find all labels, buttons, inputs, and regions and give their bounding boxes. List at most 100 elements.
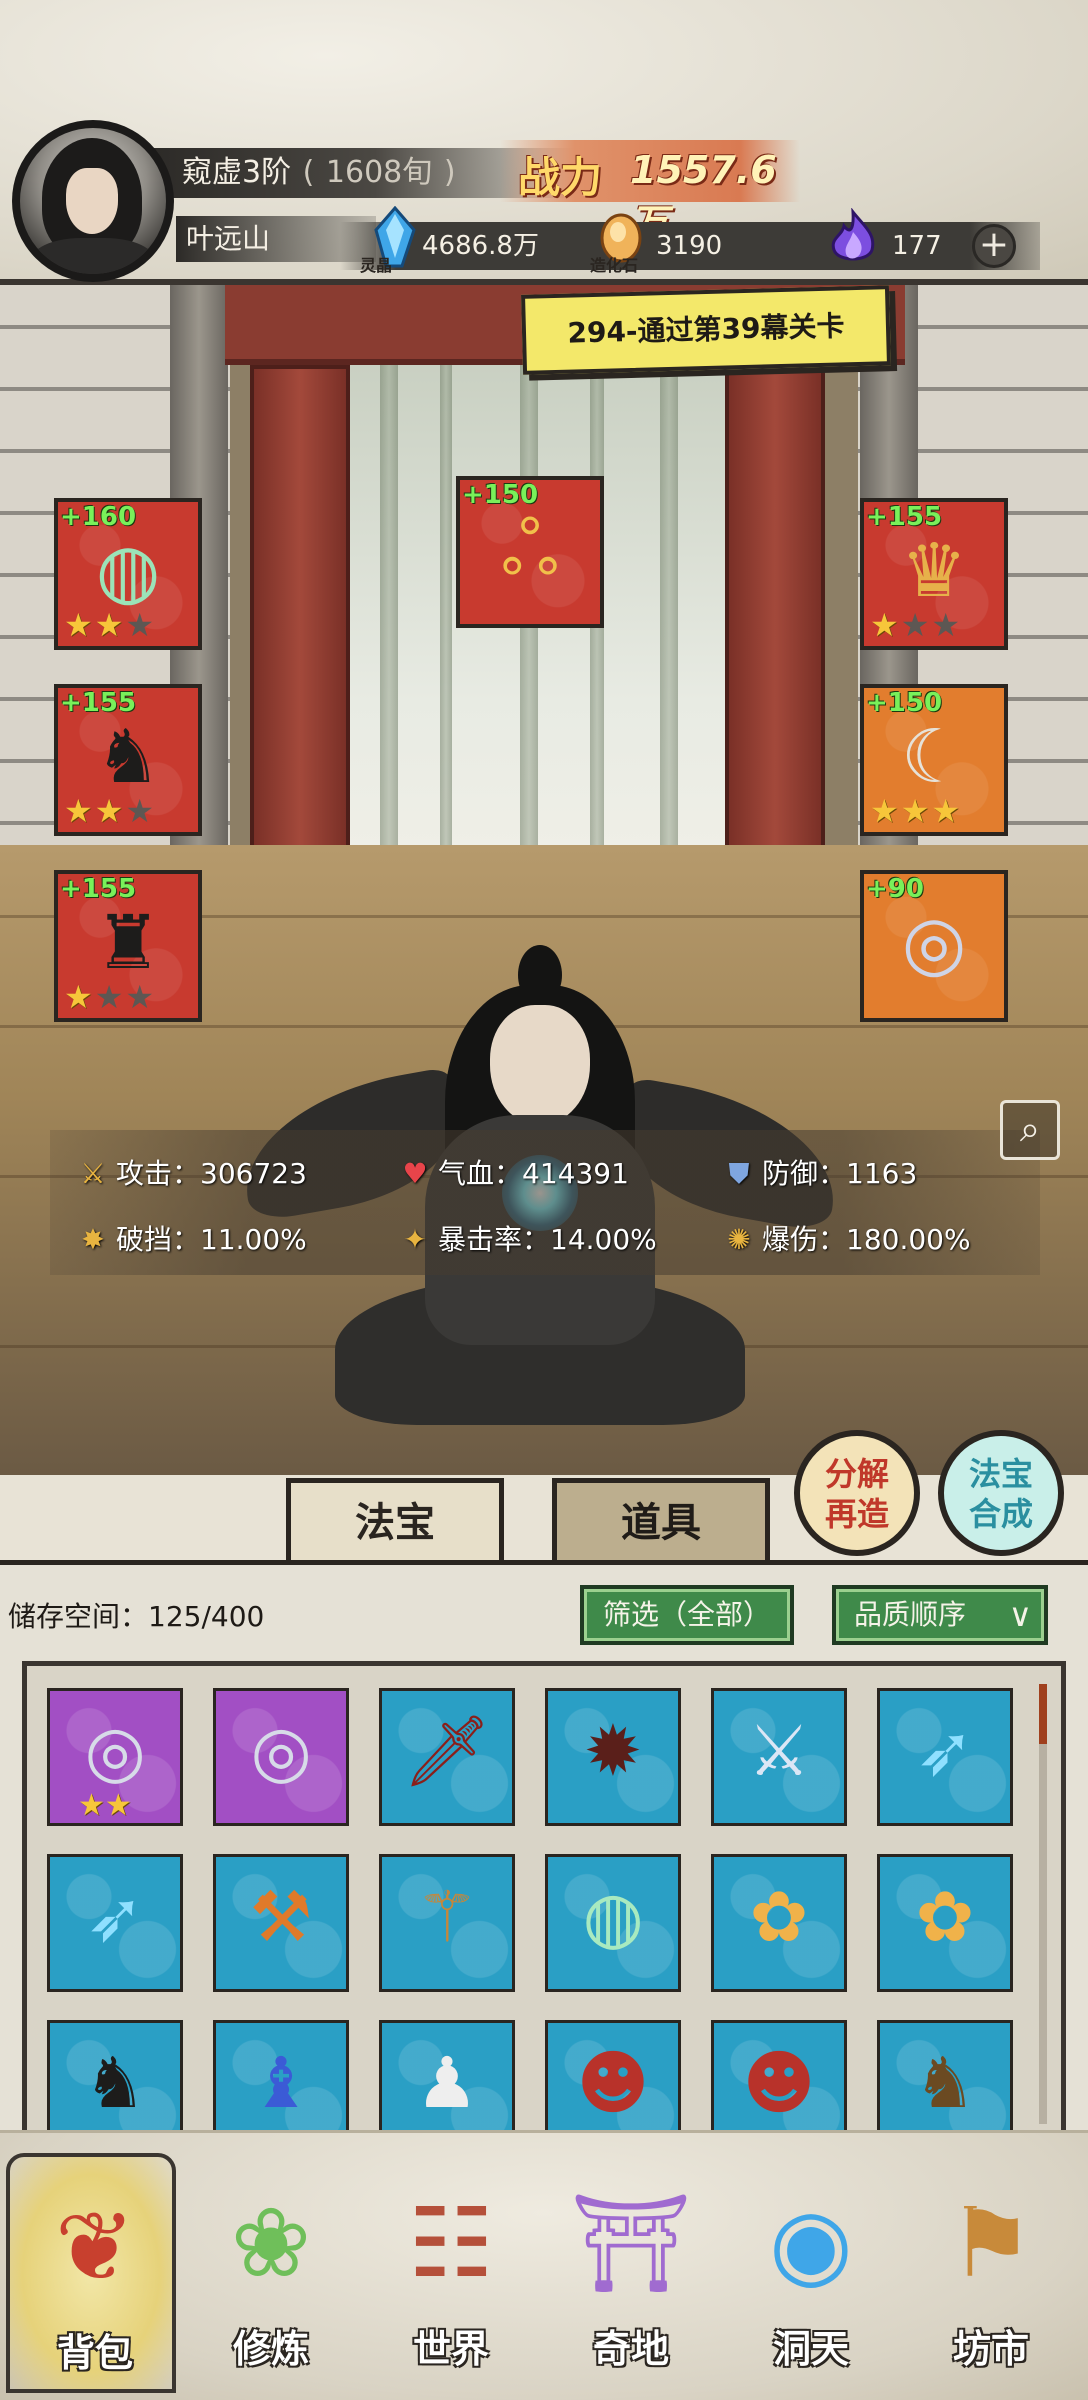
inventory-scrollbar[interactable] — [1039, 1684, 1047, 2124]
pendant-icon: ☾ — [900, 714, 968, 800]
inventory-item-robe[interactable]: ♞ — [877, 2020, 1013, 2130]
equip-level: +155 — [60, 688, 137, 718]
decompose-label-1: 分解 — [824, 1455, 889, 1493]
inventory-item-demon-mask[interactable]: ☻ — [545, 2020, 681, 2130]
saw-wheel-icon: ✹ — [583, 1710, 643, 1792]
inventory-item-golden-armor[interactable]: ✿ — [877, 1854, 1013, 1992]
tab-treasure[interactable]: 法宝 — [286, 1478, 504, 1566]
avatar-portrait — [20, 128, 166, 274]
inventory-item-bow[interactable]: ➶ — [47, 1854, 183, 1992]
robe-icon: ♞ — [913, 2042, 977, 2124]
lotus-icon: ❀ — [230, 2187, 312, 2299]
scrollbar-thumb[interactable] — [1039, 1684, 1047, 1744]
golden-armor-icon: ✿ — [915, 1876, 975, 1958]
crit-icon: ✦ — [403, 1223, 427, 1256]
heart-icon: ♥ — [402, 1157, 428, 1190]
sword-icon: ⚔ — [80, 1157, 106, 1190]
crit-damage-icon: ✺ — [727, 1223, 751, 1256]
equip-slot-fan[interactable]: ◍ +160 ★★★ — [54, 498, 202, 650]
equip-slot-boots[interactable]: ♜ +155 ★★★ — [54, 870, 202, 1022]
sort-dropdown[interactable]: 品质顺序 ∨ — [832, 1585, 1048, 1645]
inventory-item-saw-wheel[interactable]: ✹ — [545, 1688, 681, 1826]
demon-mask-icon: ☻ — [576, 2042, 650, 2124]
staff-icon: ⚚ — [415, 1876, 479, 1958]
nav-cave[interactable]: ◉ 洞天 — [726, 2153, 896, 2393]
stat-crit-rate-text: 暴击率：14.00% — [438, 1223, 657, 1256]
nav-cultivate[interactable]: ❀ 修炼 — [186, 2153, 356, 2393]
dragon-icon: ஃ — [500, 506, 560, 592]
avatar[interactable] — [12, 120, 174, 282]
inventory-item-blue-armor[interactable]: ♝ — [213, 2020, 349, 2130]
inventory-item-sword[interactable]: ⚔ — [711, 1688, 847, 1826]
golden-armor-icon: ✿ — [749, 1876, 809, 1958]
inventory-item-dagger[interactable]: 🗡 — [379, 1688, 515, 1826]
fan-icon: ◍ — [582, 1876, 644, 1958]
equip-slot-dragon-talisman[interactable]: ஃ +150 — [456, 476, 604, 628]
crown-icon: ♛ — [900, 528, 968, 614]
quest-banner[interactable]: 294-通过第39幕关卡 — [521, 285, 891, 375]
chevron-down-icon: ∨ — [1008, 1596, 1032, 1634]
bamboo-backdrop — [350, 365, 725, 925]
spirit-crystal-value: 4686.8万 — [422, 231, 539, 261]
creation-stone-sub-label: 造化石 — [590, 256, 639, 275]
ring-icon: ◎ — [84, 1710, 146, 1792]
tab-items[interactable]: 道具 — [552, 1478, 770, 1566]
equip-level: +90 — [866, 874, 924, 904]
star-rating: ★★★ — [64, 792, 157, 830]
realm-days: 1608旬 — [325, 155, 433, 190]
plus-icon[interactable]: + — [972, 224, 1016, 268]
combat-power: 战力 1557.6万 — [500, 140, 800, 245]
equip-slot-ring[interactable]: ◎ +90 — [860, 870, 1008, 1022]
break-icon: ✸ — [81, 1223, 105, 1256]
stat-attack: ⚔ 攻击：306723 — [76, 1154, 307, 1194]
nav-secret-land-label: 奇地 — [592, 2326, 669, 2371]
decompose-button[interactable]: 分解 再造 — [794, 1430, 920, 1556]
inventory-item-bow[interactable]: ➶ — [877, 1688, 1013, 1826]
combat-power-label: 战力 — [518, 153, 603, 202]
stat-crit-damage: ✺ 爆伤：180.00% — [722, 1220, 971, 1260]
inventory-item-axe[interactable]: ⚒ — [213, 1854, 349, 1992]
equip-level: +150 — [866, 688, 943, 718]
filter-button[interactable]: 筛选（全部） — [580, 1585, 794, 1645]
purple-flame-value: 177 — [892, 231, 942, 261]
magnify-icon[interactable]: ⌕ — [1000, 1100, 1060, 1160]
scroll-icon: ☷ — [407, 2187, 495, 2299]
inventory-item-golden-armor[interactable]: ✿ — [711, 1854, 847, 1992]
bow-icon: ➶ — [85, 1876, 145, 1958]
bow-icon: ➶ — [915, 1710, 975, 1792]
boots-icon: ♜ — [94, 900, 162, 986]
equip-slot-robe[interactable]: ♞ +155 ★★★ — [54, 684, 202, 836]
robe-icon: ♞ — [94, 714, 162, 800]
nav-secret-land[interactable]: ⛩ 奇地 — [546, 2153, 716, 2393]
equip-slot-pendant[interactable]: ☾ +150 ★★★ — [860, 684, 1008, 836]
inventory-item-ring[interactable]: ◎ ★★ — [47, 1688, 183, 1826]
nav-world[interactable]: ☷ 世界 — [366, 2153, 536, 2393]
inventory-item-white-armor[interactable]: ♟ — [379, 2020, 515, 2130]
stat-break-text: 破挡：11.00% — [116, 1223, 307, 1256]
inventory-item-robe[interactable]: ♞ — [47, 2020, 183, 2130]
pagoda-icon: ⛩ — [570, 2187, 692, 2299]
stat-break: ✸ 破挡：11.00% — [76, 1220, 307, 1260]
equip-slot-crown[interactable]: ♛ +155 ★★★ — [860, 498, 1008, 650]
star-rating: ★★★ — [64, 606, 157, 644]
stat-crit-rate: ✦ 暴击率：14.00% — [398, 1220, 657, 1260]
star-rating: ★★ — [78, 1788, 132, 1823]
synthesize-button[interactable]: 法宝 合成 — [938, 1430, 1064, 1556]
decompose-label-2: 再造 — [824, 1495, 889, 1533]
inventory-item-ring[interactable]: ◎ — [213, 1688, 349, 1826]
inventory-item-fan[interactable]: ◍ — [545, 1854, 681, 1992]
spirit-crystal-sub-label: 灵晶 — [360, 256, 393, 275]
blue-armor-icon: ♝ — [249, 2042, 313, 2124]
white-armor-icon: ♟ — [415, 2042, 479, 2124]
stat-crit-damage-text: 爆伤：180.00% — [762, 1223, 971, 1256]
equip-level: +150 — [462, 480, 539, 510]
nav-market[interactable]: ⚑ 坊市 — [906, 2153, 1076, 2393]
nav-bag[interactable]: ❦ 背包 — [6, 2153, 176, 2393]
equip-level: +155 — [866, 502, 943, 532]
shield-icon: ⛊ — [728, 1157, 750, 1190]
inventory-item-demon-mask[interactable]: ☻ — [711, 2020, 847, 2130]
axe-icon: ⚒ — [249, 1876, 313, 1958]
inventory-item-staff[interactable]: ⚚ — [379, 1854, 515, 1992]
top-header: 窥虚3阶 ( 1608旬 ) 叶远山 战力 1557.6万 灵晶 4686.8万… — [0, 0, 1088, 285]
stat-attack-text: 攻击：306723 — [116, 1157, 307, 1190]
